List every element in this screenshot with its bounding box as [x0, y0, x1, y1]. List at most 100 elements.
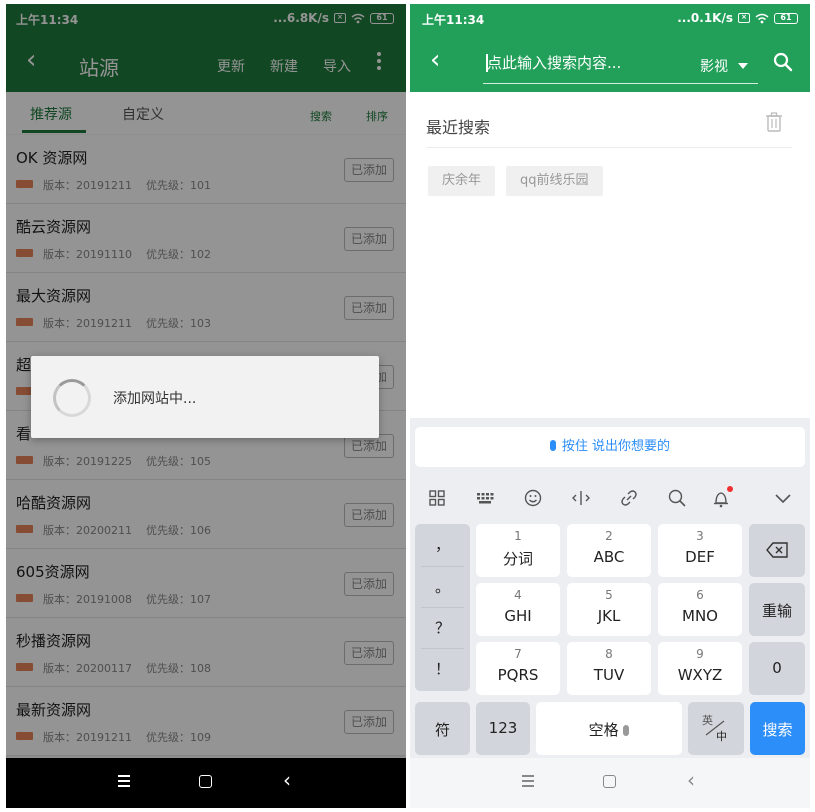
key-letters: DEF — [685, 548, 715, 566]
symbol-key[interactable]: 符 — [415, 702, 470, 755]
voice-input-bar[interactable]: 按住 说出你想要的 — [415, 427, 805, 467]
search-field[interactable]: 影视 — [483, 48, 758, 84]
key-2[interactable]: 2 ABC — [567, 524, 651, 577]
home-icon[interactable] — [199, 775, 212, 788]
reenter-label: 重输 — [761, 602, 792, 620]
search-input[interactable] — [487, 54, 687, 72]
recent-search-label: 最近搜索 — [426, 118, 491, 137]
status-indicators: ...0.1K/s × 61 — [677, 11, 798, 25]
key-6[interactable]: 6 MNO — [658, 583, 742, 636]
key-8[interactable]: 8 TUV — [567, 642, 651, 695]
loading-spinner-icon — [53, 379, 91, 417]
recent-search-header: 最近搜索 — [426, 100, 792, 148]
divider — [421, 648, 464, 649]
key-letters: ABC — [593, 548, 625, 566]
back-arrow-icon[interactable]: ‹ — [430, 46, 440, 74]
recents-icon[interactable] — [522, 775, 534, 790]
key-letters: JKL — [597, 607, 621, 625]
key-7[interactable]: 7 PQRS — [476, 642, 560, 695]
link-icon[interactable] — [618, 488, 640, 510]
key-5[interactable]: 5 JKL — [567, 583, 651, 636]
screenshot-canvas: 上午11:34 ...6.8K/s × 61 ‹ 站源 更新 新建 导入 推荐源… — [0, 0, 815, 812]
key-letters: WXYZ — [677, 666, 723, 684]
battery-icon: 61 — [774, 12, 798, 24]
chevron-down-icon[interactable] — [772, 488, 794, 510]
key-number: 1 — [514, 529, 522, 543]
back-icon[interactable]: ‹ — [283, 769, 291, 791]
keyboard-layout-icon[interactable] — [474, 488, 496, 510]
key-number: 9 — [696, 647, 704, 661]
keyboard-toolbar — [410, 478, 810, 522]
key-letters: PQRS — [497, 666, 539, 684]
punct-question-key[interactable]: ？ — [415, 617, 470, 638]
space-key[interactable]: 空格 — [536, 702, 682, 755]
key-9[interactable]: 9 WXYZ — [658, 642, 742, 695]
key-letters: TUV — [593, 666, 625, 684]
reenter-key[interactable]: 重输 — [749, 583, 805, 636]
emoji-icon[interactable] — [522, 488, 544, 510]
microphone-icon — [623, 725, 630, 736]
search-key[interactable]: 搜索 — [750, 702, 805, 755]
left-phone-screen: 上午11:34 ...6.8K/s × 61 ‹ 站源 更新 新建 导入 推荐源… — [6, 4, 406, 808]
backspace-key[interactable] — [749, 524, 805, 577]
microphone-icon — [549, 440, 556, 451]
key-number: 8 — [605, 647, 613, 661]
voice-hint: 按住 说出你想要的 — [561, 439, 671, 454]
network-speed: ...0.1K/s — [677, 11, 733, 25]
status-time: 上午11:34 — [422, 13, 485, 27]
zero-label: 0 — [772, 659, 782, 677]
lang-chinese-label: 中 — [716, 730, 727, 743]
chevron-down-icon[interactable] — [738, 63, 748, 69]
space-label: 空格 — [536, 719, 682, 740]
key-number: 3 — [696, 529, 704, 543]
key-0[interactable]: 0 — [749, 642, 805, 695]
wifi-icon — [755, 13, 769, 23]
search-toolbar: ‹ 影视 — [410, 32, 810, 92]
key-number: 4 — [514, 588, 522, 602]
trash-icon[interactable] — [766, 112, 782, 132]
key-number: 7 — [514, 647, 522, 661]
recent-search-chips: 庆余年 qq前线乐园 — [428, 166, 603, 196]
status-bar: 上午11:34 ...0.1K/s × 61 — [410, 4, 810, 32]
recent-search-chip[interactable]: 庆余年 — [428, 166, 496, 196]
punct-exclaim-key[interactable]: ！ — [415, 658, 470, 679]
punct-comma-key[interactable]: ， — [415, 534, 470, 555]
loading-dialog: 添加网站中... — [31, 356, 379, 438]
system-nav-bar: ‹ — [6, 758, 406, 808]
punct-period-key[interactable]: 。 — [415, 576, 470, 597]
search-key-label: 搜索 — [762, 721, 793, 739]
symbol-label: 符 — [434, 721, 450, 739]
backspace-icon — [766, 542, 788, 558]
search-icon[interactable] — [773, 52, 793, 72]
number-mode-label: 123 — [488, 719, 518, 737]
grid-menu-icon[interactable] — [426, 488, 448, 510]
language-switch-key[interactable]: 英 中 — [688, 702, 744, 755]
sim-icon: × — [738, 13, 750, 23]
search-icon[interactable] — [666, 488, 688, 510]
key-3[interactable]: 3 DEF — [658, 524, 742, 577]
key-number: 6 — [696, 588, 704, 602]
key-letters: MNO — [682, 607, 718, 625]
soft-keyboard: 按住 说出你想要的 ， 。 ？ ！ 1 分词 2 ABC 3 DEF 4 GHI… — [410, 418, 810, 758]
key-number: 2 — [605, 529, 613, 543]
home-icon[interactable] — [603, 775, 616, 788]
cursor-move-icon[interactable] — [570, 488, 592, 510]
recent-search-chip[interactable]: qq前线乐园 — [506, 166, 603, 196]
punctuation-column[interactable]: ， 。 ？ ！ — [415, 524, 470, 691]
notification-dot — [727, 486, 733, 492]
number-mode-key[interactable]: 123 — [476, 702, 530, 755]
key-1[interactable]: 1 分词 — [476, 524, 560, 577]
category-dropdown[interactable]: 影视 — [700, 56, 728, 76]
right-phone-screen: 上午11:34 ...0.1K/s × 61 ‹ 影视 最近搜索 庆余年 — [410, 4, 810, 808]
back-icon[interactable]: ‹ — [687, 769, 695, 791]
key-letters: GHI — [504, 607, 532, 625]
system-nav-bar: ‹ — [410, 758, 810, 808]
skin-bell-icon[interactable] — [710, 486, 733, 510]
key-letters: 分词 — [502, 550, 533, 568]
divider — [421, 607, 464, 608]
space-text: 空格 — [588, 721, 619, 739]
recents-icon[interactable] — [118, 775, 130, 790]
key-number: 5 — [605, 588, 613, 602]
divider — [421, 566, 464, 567]
key-4[interactable]: 4 GHI — [476, 583, 560, 636]
